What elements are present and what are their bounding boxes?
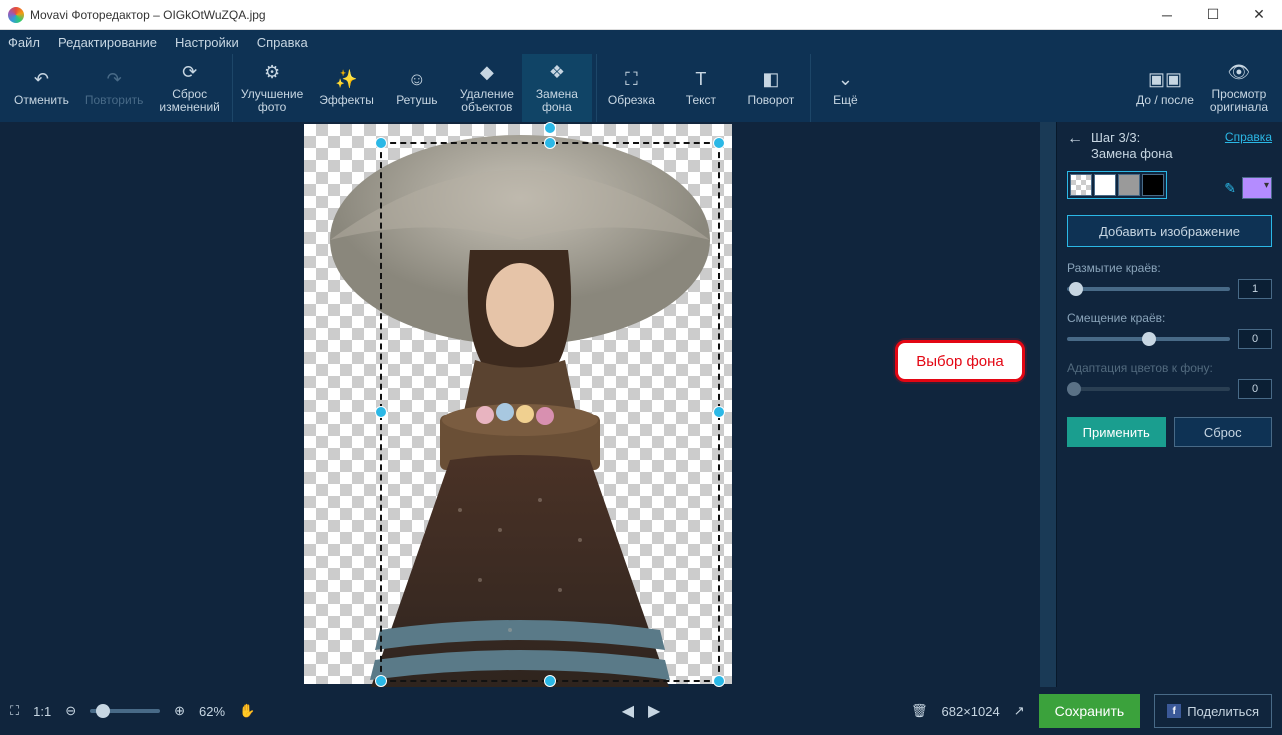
change-background-button[interactable]: ❖Замена фона: [522, 54, 592, 122]
crop-button[interactable]: ⛶Обрезка: [596, 54, 666, 122]
callout-bg-choice: Выбор фона: [895, 340, 1025, 382]
window-title: Movavi Фоторедактор – OIGkOtWuZQA.jpg: [30, 8, 266, 22]
rotate-icon: ◧: [762, 68, 779, 90]
resize-handle-n[interactable]: [544, 137, 556, 149]
crop-icon: ⛶: [625, 68, 638, 90]
add-image-button[interactable]: Добавить изображение: [1067, 215, 1272, 247]
window-close-button[interactable]: ✕: [1236, 0, 1282, 30]
apply-button[interactable]: Применить: [1067, 417, 1166, 447]
zoom-slider[interactable]: [90, 709, 160, 713]
prev-step-icon[interactable]: ◀: [622, 701, 634, 721]
color-adapt-value: 0: [1238, 379, 1272, 399]
status-bar: ⛶ 1:1 ⊖ ⊕ 62% ✋ ◀ ▶ 🗑 682×1024 ↗ Сохрани…: [0, 687, 1282, 735]
share-button[interactable]: fПоделиться: [1154, 694, 1272, 728]
eye-icon: 👁: [1228, 62, 1251, 84]
resize-handle-w[interactable]: [375, 406, 387, 418]
enhance-button[interactable]: ⚙Улучшение фото: [232, 54, 311, 122]
menubar: Файл Редактирование Настройки Справка: [0, 30, 1282, 54]
save-button[interactable]: Сохранить: [1039, 694, 1141, 728]
resize-handle-e[interactable]: [713, 406, 725, 418]
menu-help[interactable]: Справка: [257, 35, 308, 50]
zoom-out-icon[interactable]: ⊖: [65, 703, 76, 719]
panel-reset-button[interactable]: Сброс: [1174, 417, 1273, 447]
facebook-icon: f: [1167, 704, 1181, 718]
zoom-percent: 62%: [199, 704, 225, 719]
canvas-area[interactable]: Выбор фона: [0, 122, 1040, 687]
remove-objects-button[interactable]: ◆Удаление объектов: [452, 54, 522, 122]
window-titlebar: Movavi Фоторедактор – OIGkOtWuZQA.jpg ─ …: [0, 0, 1282, 30]
shift-edges-label: Смещение краёв:: [1067, 311, 1272, 325]
undo-button[interactable]: ↶Отменить: [6, 54, 77, 122]
redo-icon: ↷: [107, 68, 122, 90]
next-step-icon[interactable]: ▶: [648, 701, 660, 721]
text-button[interactable]: TТекст: [666, 54, 736, 122]
resize-handle-sw[interactable]: [375, 675, 387, 687]
more-button[interactable]: ⌄Ещё: [810, 54, 880, 122]
bg-swatch-gray[interactable]: [1118, 174, 1140, 196]
selection-rect[interactable]: [380, 142, 720, 682]
panel-back-button[interactable]: ←: [1067, 130, 1083, 148]
erase-icon: ◆: [480, 62, 494, 84]
reset-changes-button[interactable]: ⟳Сброс изменений: [151, 54, 227, 122]
app-logo-icon: [8, 7, 24, 23]
delete-icon[interactable]: 🗑: [911, 703, 928, 719]
view-original-button[interactable]: 👁Просмотр оригинала: [1202, 54, 1276, 122]
text-icon: T: [695, 68, 706, 90]
shift-edges-slider[interactable]: [1067, 337, 1230, 341]
resize-handle-ne[interactable]: [713, 137, 725, 149]
window-minimize-button[interactable]: ─: [1144, 0, 1190, 30]
rotate-button[interactable]: ◧Поворот: [736, 54, 806, 122]
main-toolbar: ↶Отменить ↷Повторить ⟳Сброс изменений ⚙У…: [0, 54, 1282, 122]
bg-swatch-white[interactable]: [1094, 174, 1116, 196]
resize-handle-nw[interactable]: [375, 137, 387, 149]
sparkle-icon: ✨: [335, 68, 357, 90]
rotate-handle[interactable]: [544, 122, 556, 134]
image-dimensions: 682×1024: [942, 704, 1000, 719]
blur-edges-value[interactable]: 1: [1238, 279, 1272, 299]
fullscreen-icon[interactable]: ⛶: [10, 703, 19, 719]
menu-edit[interactable]: Редактирование: [58, 35, 157, 50]
bg-swatch-group: [1067, 171, 1167, 199]
menu-settings[interactable]: Настройки: [175, 35, 239, 50]
face-icon: ☺: [408, 68, 426, 90]
blur-edges-label: Размытие краёв:: [1067, 261, 1272, 275]
bg-swatch-black[interactable]: [1142, 174, 1164, 196]
resize-handle-se[interactable]: [713, 675, 725, 687]
effects-button[interactable]: ✨Эффекты: [311, 54, 382, 122]
hand-tool-icon[interactable]: ✋: [239, 703, 255, 719]
color-adapt-label: Адаптация цветов к фону:: [1067, 361, 1272, 375]
panel-step-label: Шаг 3/3:: [1091, 130, 1217, 146]
zoom-in-icon[interactable]: ⊕: [174, 703, 185, 719]
retouch-button[interactable]: ☺Ретушь: [382, 54, 452, 122]
sliders-icon: ⚙: [264, 62, 280, 84]
menu-file[interactable]: Файл: [8, 35, 40, 50]
redo-button[interactable]: ↷Повторить: [77, 54, 152, 122]
color-picker-button[interactable]: [1242, 177, 1272, 199]
before-after-button[interactable]: ▣▣До / после: [1128, 54, 1202, 122]
bg-swatch-transparent[interactable]: [1070, 174, 1092, 196]
window-maximize-button[interactable]: ☐: [1190, 0, 1236, 30]
fit-label[interactable]: 1:1: [33, 704, 51, 719]
panel-help-link[interactable]: Справка: [1225, 130, 1272, 144]
bgswap-icon: ❖: [549, 62, 565, 84]
compare-icon: ▣▣: [1148, 68, 1182, 90]
eyedropper-icon[interactable]: ✎: [1224, 180, 1236, 197]
resize-handle-s[interactable]: [544, 675, 556, 687]
color-adapt-slider: [1067, 387, 1230, 391]
blur-edges-slider[interactable]: [1067, 287, 1230, 291]
external-link-icon[interactable]: ↗: [1014, 703, 1025, 719]
right-panel: ← Шаг 3/3: Замена фона Справка ✎ Добавит…: [1056, 122, 1282, 687]
reset-icon: ⟳: [182, 62, 197, 84]
chevron-down-icon: ⌄: [838, 68, 853, 90]
shift-edges-value[interactable]: 0: [1238, 329, 1272, 349]
undo-icon: ↶: [34, 68, 49, 90]
panel-title: Замена фона: [1091, 146, 1217, 162]
canvas-scrollbar[interactable]: [1040, 122, 1056, 687]
